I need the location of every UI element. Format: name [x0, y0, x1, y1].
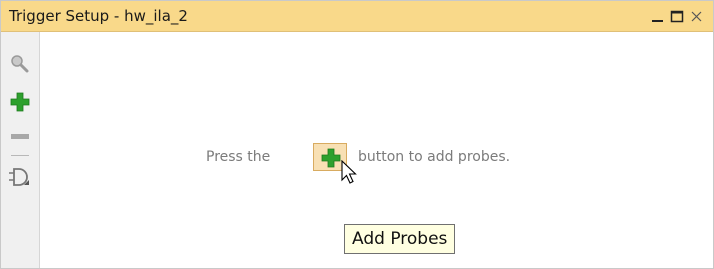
toolbar-divider	[11, 155, 29, 156]
gate-button[interactable]	[7, 166, 33, 190]
panel-titlebar[interactable]: Trigger Setup - hw_ila_2	[1, 1, 713, 32]
minimize-button[interactable]	[649, 6, 667, 26]
hint-text-start: Press the	[206, 149, 271, 165]
add-probes-tooltip: Add Probes	[344, 224, 456, 254]
mouse-cursor-icon	[341, 160, 357, 184]
add-probe-button[interactable]	[7, 90, 33, 114]
search-icon	[11, 55, 29, 73]
maximize-button[interactable]	[668, 6, 686, 26]
search-button[interactable]	[7, 52, 33, 76]
add-probe-icon	[10, 92, 30, 112]
close-icon	[691, 11, 702, 22]
hint-text-end: button to add probes.	[358, 149, 511, 165]
maximize-icon	[670, 10, 684, 23]
remove-probe-button[interactable]	[7, 125, 33, 149]
minimize-icon	[652, 20, 663, 22]
probe-area[interactable]: Press the button to add probes. Add Prob…	[40, 32, 713, 268]
gate-icon	[9, 168, 29, 186]
trigger-setup-panel: Trigger Setup - hw_ila_2 Press the butto…	[0, 0, 714, 269]
remove-probe-icon	[11, 134, 29, 139]
panel-title: Trigger Setup - hw_ila_2	[9, 7, 188, 25]
add-icon	[321, 148, 341, 168]
side-toolbar	[1, 32, 40, 268]
close-button[interactable]	[689, 6, 705, 26]
